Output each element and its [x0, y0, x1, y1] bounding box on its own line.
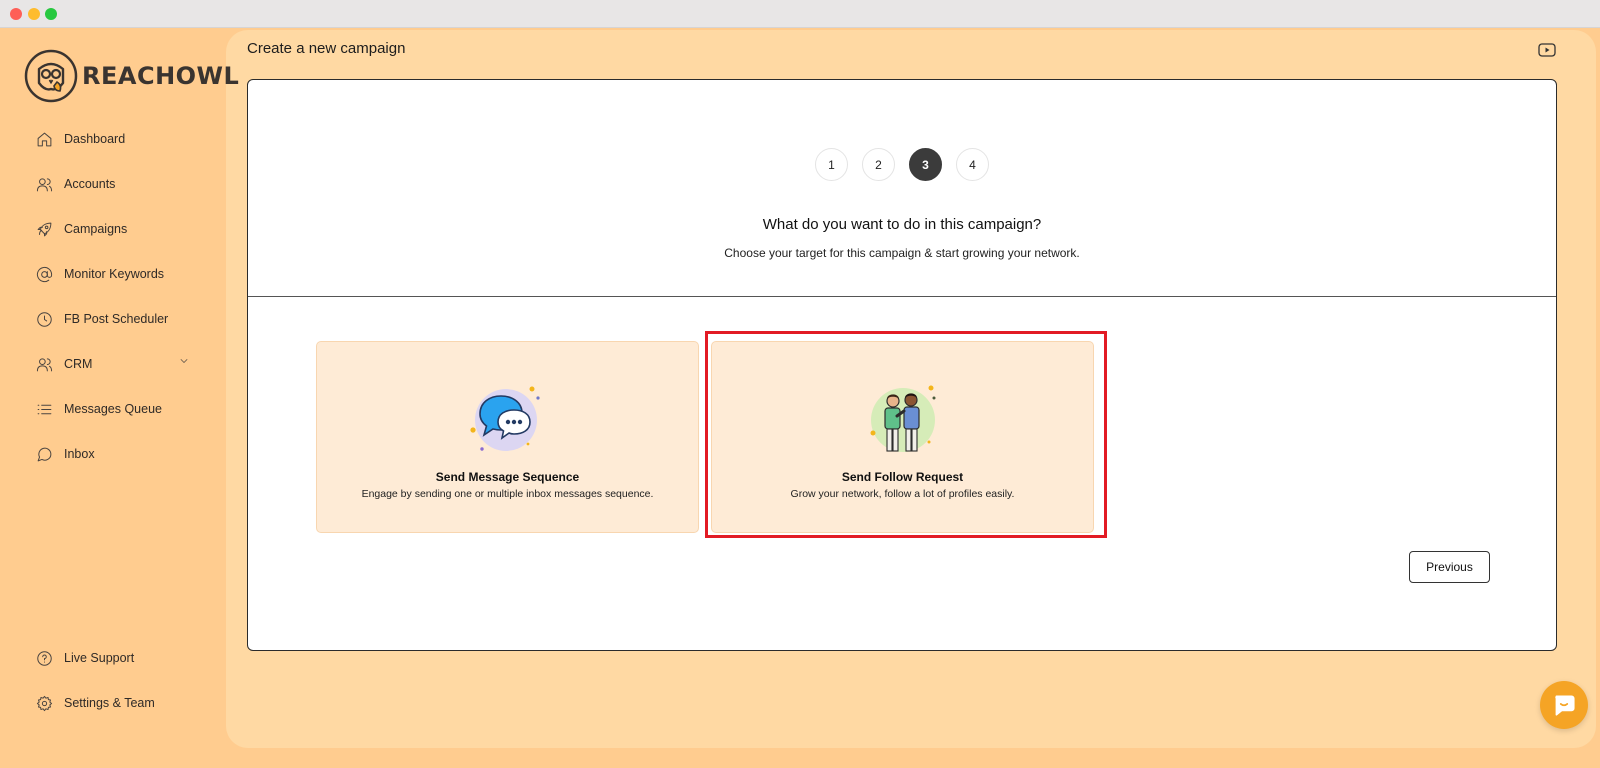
- step-2[interactable]: 2: [862, 148, 895, 181]
- step-1[interactable]: 1: [815, 148, 848, 181]
- brand-name: REACHOWL: [82, 62, 240, 90]
- list-icon: [37, 404, 52, 414]
- app-root: REACHOWL Dashboard Accounts Campaigns Mo…: [0, 28, 1600, 768]
- clock-icon: [37, 311, 52, 327]
- zoom-window-button[interactable]: [45, 8, 57, 20]
- sidebar-item-label: FB Post Scheduler: [64, 312, 169, 326]
- chat-icon: [1555, 695, 1575, 716]
- sidebar-item-label: Campaigns: [64, 222, 128, 236]
- owl-icon: [24, 49, 78, 103]
- sidebar-item-accounts[interactable]: Accounts: [36, 172, 115, 196]
- sidebar-item-inbox[interactable]: Inbox: [36, 442, 95, 466]
- sidebar-item-label: Monitor Keywords: [64, 267, 165, 281]
- at-sign-icon: [36, 266, 53, 282]
- brand-logo[interactable]: REACHOWL: [24, 49, 239, 103]
- option-send-message-sequence[interactable]: Send Message Sequence Engage by sending …: [316, 341, 699, 533]
- question-subtitle: Choose your target for this campaign & s…: [724, 246, 1080, 260]
- question-title: What do you want to do in this campaign?: [762, 216, 1042, 233]
- sidebar-item-campaigns[interactable]: Campaigns: [36, 217, 127, 241]
- step-3-active[interactable]: 3: [909, 148, 942, 181]
- option-send-follow-request[interactable]: Send Follow Request Grow your network, f…: [711, 341, 1094, 533]
- sidebar-item-label: Inbox: [64, 447, 95, 461]
- option-description: Grow your network, follow a lot of profi…: [790, 488, 1015, 500]
- window-titlebar: [0, 0, 1600, 28]
- sidebar-item-fb-post-scheduler[interactable]: FB Post Scheduler: [36, 307, 168, 331]
- option-title: Send Follow Request: [841, 470, 964, 484]
- sidebar-item-label: Live Support: [64, 651, 135, 665]
- sidebar-item-label: Messages Queue: [64, 402, 162, 416]
- sidebar-item-crm[interactable]: CRM: [36, 352, 191, 376]
- home-icon: [37, 132, 52, 146]
- minimize-window-button[interactable]: [28, 8, 40, 20]
- rocket-icon: [37, 222, 52, 236]
- sidebar-item-messages-queue[interactable]: Messages Queue: [36, 397, 162, 421]
- two-people-icon: [870, 385, 935, 452]
- chevron-down-icon[interactable]: [178, 355, 190, 367]
- message-circle-icon: [37, 447, 52, 461]
- sidebar-item-settings-team[interactable]: Settings & Team: [36, 691, 155, 715]
- users-icon: [36, 177, 53, 191]
- chat-widget-button[interactable]: [1540, 681, 1588, 729]
- sidebar-item-live-support[interactable]: Live Support: [36, 646, 134, 670]
- previous-button[interactable]: Previous: [1409, 551, 1490, 583]
- youtube-icon[interactable]: [1538, 43, 1556, 57]
- sidebar: REACHOWL Dashboard Accounts Campaigns Mo…: [0, 28, 239, 768]
- page-title: Create a new campaign: [247, 40, 406, 57]
- close-window-button[interactable]: [10, 8, 22, 20]
- settings-icon: [36, 695, 53, 711]
- sidebar-item-monitor-keywords[interactable]: Monitor Keywords: [36, 262, 164, 286]
- users-icon: [36, 357, 53, 371]
- option-title: Send Message Sequence: [435, 470, 580, 484]
- chat-bubbles-icon: [469, 386, 540, 451]
- step-4[interactable]: 4: [956, 148, 989, 181]
- sidebar-item-label: CRM: [64, 357, 93, 371]
- sidebar-item-label: Dashboard: [64, 132, 126, 146]
- campaign-wizard-card: 1 2 3 4 What do you want to do in this c…: [247, 79, 1557, 651]
- stepper: 1 2 3 4: [248, 148, 1556, 181]
- sidebar-item-label: Accounts: [64, 177, 116, 191]
- sidebar-item-label: Settings & Team: [64, 696, 155, 710]
- divider: [248, 296, 1556, 297]
- sidebar-item-dashboard[interactable]: Dashboard: [36, 127, 125, 151]
- help-circle-icon: [37, 650, 52, 666]
- option-description: Engage by sending one or multiple inbox …: [361, 488, 654, 500]
